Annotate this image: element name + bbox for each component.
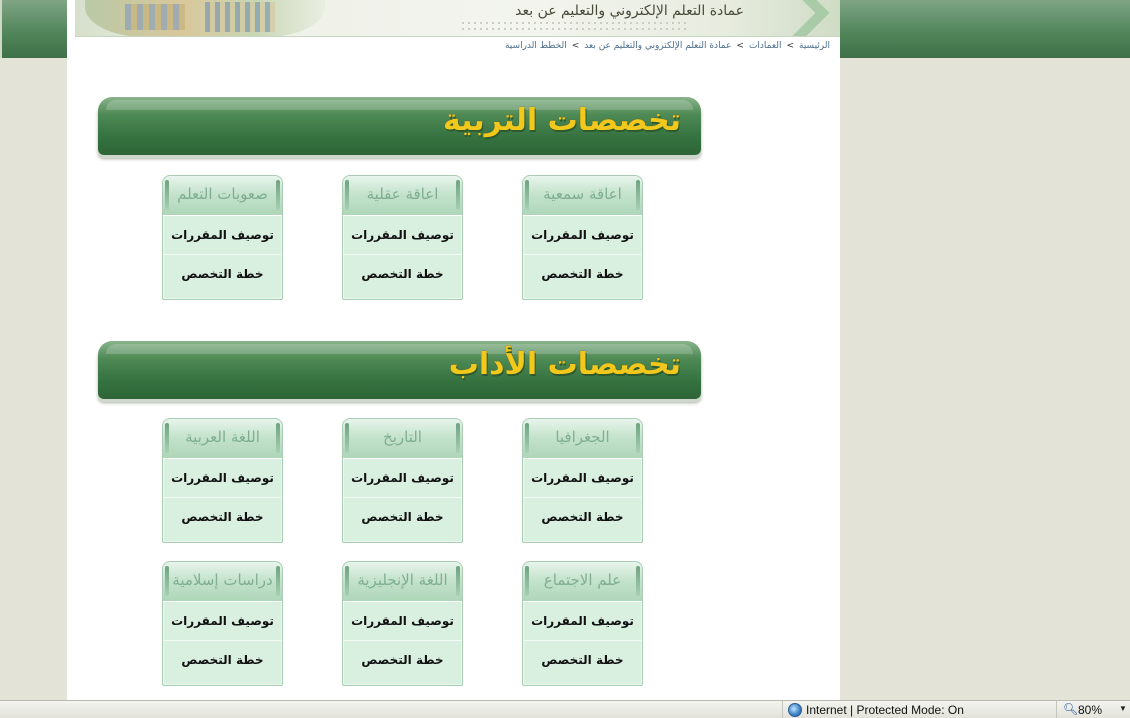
- card-title: اللغة الإنجليزية: [357, 571, 448, 589]
- course-descriptions-link[interactable]: توصيف المقررات: [343, 459, 462, 497]
- specialty-card-history: التاريخ توصيف المقررات خطة التخصص: [342, 418, 463, 543]
- card-title: دراسات إسلامية: [172, 571, 273, 589]
- zone-text: Internet | Protected Mode: On: [806, 703, 964, 717]
- course-descriptions-link[interactable]: توصيف المقررات: [523, 459, 642, 497]
- section-header-education: تخصصات التربية: [98, 97, 701, 155]
- specialty-plan-link[interactable]: خطة التخصص: [343, 640, 462, 678]
- card-header: اللغة الإنجليزية: [343, 562, 462, 602]
- specialty-plan-link[interactable]: خطة التخصص: [163, 254, 282, 292]
- specialty-card-arabic: اللغة العربية توصيف المقررات خطة التخصص: [162, 418, 283, 543]
- browser-status-bar: Internet | Protected Mode: On 🔍︎ 80% ▼: [0, 700, 1130, 718]
- site-banner: عمادة التعلم الإلكتروني والتعليم عن بعد: [75, 0, 840, 37]
- breadcrumb-home[interactable]: الرئيسية: [799, 41, 830, 51]
- breadcrumb-deanships[interactable]: العمادات: [749, 41, 782, 51]
- card-title: التاريخ: [383, 428, 422, 446]
- specialty-plan-link[interactable]: خطة التخصص: [163, 497, 282, 535]
- specialty-card-islamic-studies: دراسات إسلامية توصيف المقررات خطة التخصص: [162, 561, 283, 686]
- page-content: عمادة التعلم الإلكتروني والتعليم عن بعد …: [67, 0, 840, 700]
- specialty-card-geography: الجغرافيا توصيف المقررات خطة التخصص: [522, 418, 643, 543]
- status-message-area: [0, 701, 782, 718]
- course-descriptions-link[interactable]: توصيف المقررات: [163, 459, 282, 497]
- breadcrumb-separator: >: [571, 41, 580, 51]
- card-title: علم الاجتماع: [543, 571, 622, 589]
- specialty-card-sociology: علم الاجتماع توصيف المقررات خطة التخصص: [522, 561, 643, 686]
- course-descriptions-link[interactable]: توصيف المقررات: [163, 216, 282, 254]
- card-header: صعوبات التعلم: [163, 176, 282, 216]
- breadcrumb-current: الخطط الدراسية: [504, 41, 567, 51]
- breadcrumb-deanship[interactable]: عمادة التعلم الإلكتروني والتعليم عن بعد: [584, 41, 731, 51]
- breadcrumb-separator: >: [736, 41, 744, 51]
- section-header-arts: تخصصات الأداب: [98, 341, 701, 399]
- card-title: اللغة العربية: [185, 428, 260, 446]
- chevron-down-icon[interactable]: ▼: [1119, 704, 1127, 713]
- specialty-card-hearing: اعاقة سمعية توصيف المقررات خطة التخصص: [522, 175, 643, 300]
- magnifier-icon: 🔍︎: [1063, 702, 1079, 716]
- specialty-plan-link[interactable]: خطة التخصص: [523, 640, 642, 678]
- specialty-plan-link[interactable]: خطة التخصص: [343, 497, 462, 535]
- zoom-control[interactable]: 🔍︎ 80% ▼: [1056, 701, 1130, 718]
- section-title: تخصصات الأداب: [448, 347, 681, 382]
- card-header: اعاقة عقلية: [343, 176, 462, 216]
- card-header: علم الاجتماع: [523, 562, 642, 602]
- breadcrumb-separator: >: [786, 41, 794, 51]
- banner-image: [85, 0, 325, 36]
- card-header: دراسات إسلامية: [163, 562, 282, 602]
- card-header: اللغة العربية: [163, 419, 282, 459]
- card-title: صعوبات التعلم: [177, 185, 268, 203]
- specialty-plan-link[interactable]: خطة التخصص: [343, 254, 462, 292]
- card-title: اعاقة عقلية: [366, 185, 439, 203]
- zoom-level: 80%: [1078, 703, 1103, 717]
- specialty-card-learning-difficulties: صعوبات التعلم توصيف المقررات خطة التخصص: [162, 175, 283, 300]
- card-header: اعاقة سمعية: [523, 176, 642, 216]
- specialty-plan-link[interactable]: خطة التخصص: [523, 497, 642, 535]
- course-descriptions-link[interactable]: توصيف المقررات: [523, 216, 642, 254]
- card-title: اعاقة سمعية: [543, 185, 622, 203]
- security-zone[interactable]: Internet | Protected Mode: On: [782, 701, 1056, 718]
- card-title: الجغرافيا: [555, 428, 610, 446]
- specialty-card-intellectual: اعاقة عقلية توصيف المقررات خطة التخصص: [342, 175, 463, 300]
- card-header: التاريخ: [343, 419, 462, 459]
- banner-logo-swoosh: [730, 0, 830, 36]
- specialty-plan-link[interactable]: خطة التخصص: [163, 640, 282, 678]
- breadcrumb: الرئيسية > العمادات > عمادة التعلم الإلكترون…: [505, 41, 830, 51]
- globe-icon: [788, 703, 802, 717]
- site-title: عمادة التعلم الإلكتروني والتعليم عن بعد: [515, 3, 744, 19]
- section-title: تخصصات التربية: [442, 103, 681, 138]
- course-descriptions-link[interactable]: توصيف المقررات: [343, 602, 462, 640]
- specialty-plan-link[interactable]: خطة التخصص: [523, 254, 642, 292]
- course-descriptions-link[interactable]: توصيف المقررات: [523, 602, 642, 640]
- specialty-card-english: اللغة الإنجليزية توصيف المقررات خطة التخ…: [342, 561, 463, 686]
- course-descriptions-link[interactable]: توصيف المقررات: [343, 216, 462, 254]
- card-header: الجغرافيا: [523, 419, 642, 459]
- course-descriptions-link[interactable]: توصيف المقررات: [163, 602, 282, 640]
- banner-pattern: [460, 20, 690, 32]
